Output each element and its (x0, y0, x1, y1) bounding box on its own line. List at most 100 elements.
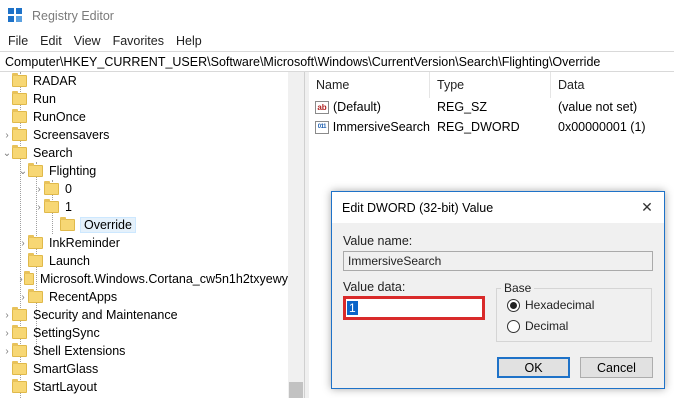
folder-icon (12, 127, 27, 141)
folder-icon (44, 199, 59, 213)
string-value-icon: ab (315, 100, 329, 114)
radio-unchecked-icon[interactable] (507, 319, 520, 333)
radio-hexadecimal-label: Hexadecimal (525, 298, 595, 312)
list-row[interactable]: ab (Default) REG_SZ (value not set) (309, 97, 674, 117)
tree-item-startlayout[interactable]: StartLayout (0, 378, 288, 396)
tree-item-label: 1 (65, 200, 72, 214)
radio-decimal[interactable]: Decimal (507, 319, 568, 333)
expand-chevron-icon[interactable]: › (2, 324, 12, 342)
registry-editor-icon (8, 7, 24, 24)
expand-chevron-icon[interactable] (2, 360, 12, 378)
tree-item-flighting[interactable]: ⌄ Flighting (0, 162, 288, 180)
expand-chevron-icon[interactable]: › (18, 288, 28, 306)
menu-view[interactable]: View (68, 34, 107, 48)
value-name: (Default) (333, 100, 381, 114)
tree-item-label: Flighting (49, 164, 97, 178)
folder-icon (24, 271, 34, 285)
tree-item-security-and-maintenance[interactable]: › Security and Maintenance (0, 306, 288, 324)
tree-item-search[interactable]: ⌄ Search (0, 144, 288, 162)
close-icon[interactable]: ✕ (638, 198, 656, 216)
expand-chevron-icon[interactable] (2, 90, 12, 108)
base-groupbox (496, 288, 652, 342)
tree-item-label: RunOnce (33, 110, 86, 124)
column-header-name[interactable]: Name (309, 72, 430, 98)
column-header-data[interactable]: Data (551, 72, 674, 98)
collapse-chevron-icon[interactable]: ⌄ (18, 162, 28, 180)
window-titlebar: Registry Editor (0, 0, 674, 31)
folder-icon (60, 217, 75, 231)
tree-item-label: Security and Maintenance (33, 308, 178, 322)
cancel-button[interactable]: Cancel (580, 357, 653, 378)
address-path: Computer\HKEY_CURRENT_USER\Software\Micr… (5, 54, 601, 69)
expand-chevron-icon[interactable] (2, 108, 12, 126)
tree-item-smartglass[interactable]: SmartGlass (0, 360, 288, 378)
value-name-label: Value name: (343, 234, 413, 248)
tree-scrollbar[interactable] (288, 72, 304, 398)
tree-item-0[interactable]: › 0 (0, 180, 288, 198)
expand-chevron-icon[interactable] (50, 216, 60, 234)
ok-button[interactable]: OK (497, 357, 570, 378)
value-data: 0x00000001 (1) (558, 120, 646, 134)
menu-help[interactable]: Help (170, 34, 208, 48)
tree-item-label: StartLayout (33, 380, 97, 394)
expand-chevron-icon[interactable] (2, 378, 12, 396)
tree-item-override[interactable]: Override (0, 216, 288, 234)
folder-icon (12, 73, 27, 87)
tree-item-settingsync[interactable]: › SettingSync (0, 324, 288, 342)
folder-icon (12, 109, 27, 123)
base-group-label: Base (501, 281, 535, 295)
tree-item-label: SmartGlass (33, 362, 99, 376)
value-type: REG_DWORD (437, 120, 520, 134)
list-header: Name Type Data (309, 72, 674, 98)
expand-chevron-icon[interactable]: › (34, 180, 44, 198)
tree-item-recentapps[interactable]: › RecentApps (0, 288, 288, 306)
list-row[interactable]: 011 ImmersiveSearch REG_DWORD 0x00000001… (309, 117, 674, 137)
folder-icon (28, 289, 43, 303)
dialog-titlebar: Edit DWORD (32-bit) Value (332, 192, 664, 223)
folder-icon (12, 379, 27, 393)
radio-checked-icon[interactable] (507, 298, 520, 312)
address-bar[interactable]: Computer\HKEY_CURRENT_USER\Software\Micr… (0, 51, 674, 72)
tree-item-label: 0 (65, 182, 72, 196)
tree-item-label: SettingSync (33, 326, 100, 340)
folder-icon (28, 163, 43, 177)
menu-file[interactable]: File (2, 34, 34, 48)
expand-chevron-icon[interactable]: › (18, 234, 28, 252)
expand-chevron-icon[interactable]: › (2, 342, 12, 360)
expand-chevron-icon[interactable]: › (34, 198, 44, 216)
expand-chevron-icon[interactable]: › (2, 306, 12, 324)
tree-item-run[interactable]: Run (0, 90, 288, 108)
value-data-label: Value data: (343, 280, 406, 294)
collapse-chevron-icon[interactable]: ⌄ (2, 144, 12, 162)
tree-item-launch[interactable]: Launch (0, 252, 288, 270)
tree-item-screensavers[interactable]: › Screensavers (0, 126, 288, 144)
menu-edit[interactable]: Edit (34, 34, 68, 48)
tree-item-label: Shell Extensions (33, 344, 126, 358)
menu-bar: File Edit View Favorites Help (0, 31, 674, 51)
tree-item-radar[interactable]: RADAR (0, 72, 288, 90)
tree-item-label: Override (80, 217, 136, 233)
tree-item-label: Search (33, 146, 73, 160)
tree-item-label: RecentApps (49, 290, 118, 304)
tree-item-inkreminder[interactable]: › InkReminder (0, 234, 288, 252)
value-data-input[interactable]: 1 (343, 296, 485, 320)
binary-value-icon: 011 (315, 120, 329, 134)
folder-icon (12, 343, 27, 357)
value-type: REG_SZ (437, 100, 488, 114)
radio-hexadecimal[interactable]: Hexadecimal (507, 298, 594, 312)
expand-chevron-icon[interactable]: › (2, 126, 12, 144)
folder-icon (44, 181, 59, 195)
tree-item-runonce[interactable]: RunOnce (0, 108, 288, 126)
folder-icon (12, 91, 27, 105)
folder-icon (12, 361, 27, 375)
expand-chevron-icon[interactable] (18, 252, 28, 270)
tree-item-1[interactable]: › 1 (0, 198, 288, 216)
value-name-field: ImmersiveSearch (343, 251, 653, 271)
folder-icon (28, 235, 43, 249)
tree-item-cortana[interactable]: › Microsoft.Windows.Cortana_cw5n1h2txyew… (0, 270, 288, 288)
menu-favorites[interactable]: Favorites (107, 34, 170, 48)
column-header-type[interactable]: Type (430, 72, 551, 98)
expand-chevron-icon[interactable] (2, 72, 12, 90)
scrollbar-thumb[interactable] (289, 382, 303, 398)
tree-item-shell-extensions[interactable]: › Shell Extensions (0, 342, 288, 360)
